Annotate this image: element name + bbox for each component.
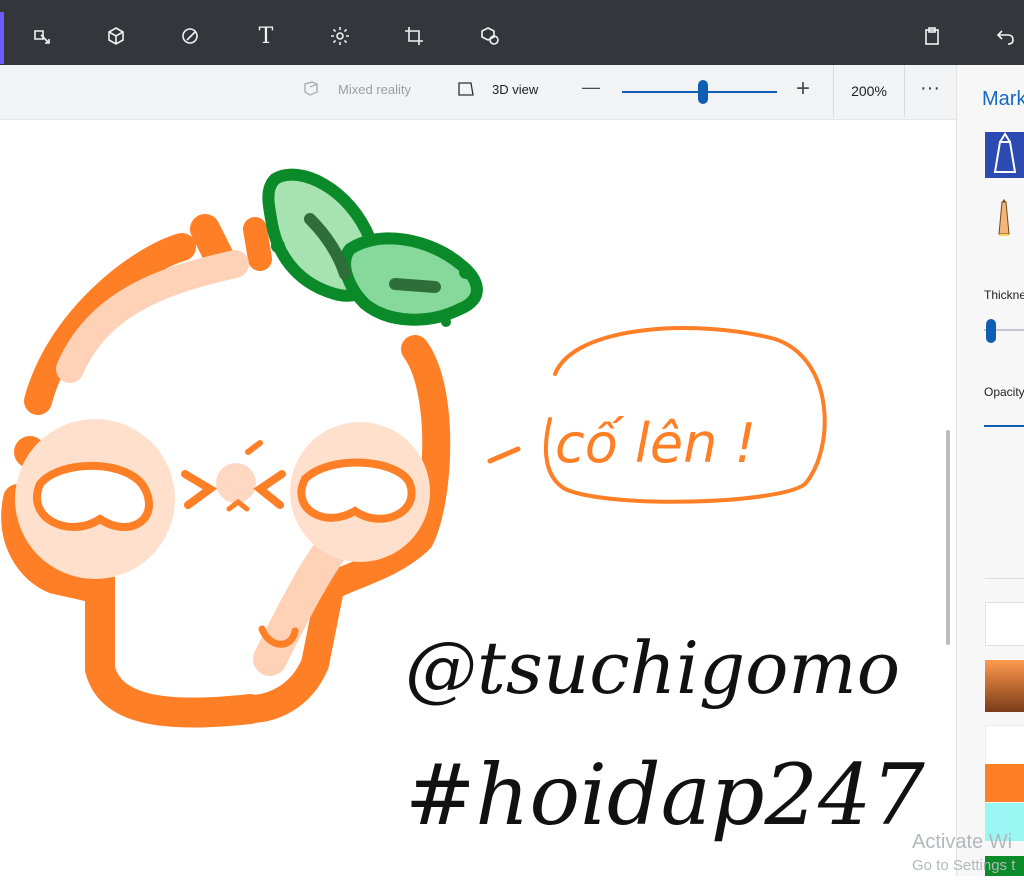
activate-windows-subtitle: Go to Settings t	[912, 857, 1016, 874]
pencil-tool[interactable]	[992, 198, 1016, 238]
active-color-swatch[interactable]	[985, 660, 1024, 712]
mixed-reality-icon[interactable]	[302, 80, 320, 101]
right-properties-panel: Mark Thickne Opacity	[956, 65, 1024, 876]
text-icon[interactable]: T	[254, 23, 278, 49]
zoom-level-display[interactable]: 200%	[833, 65, 905, 117]
zoom-slider-thumb[interactable]	[698, 80, 708, 104]
thickness-slider-thumb[interactable]	[986, 319, 996, 343]
color-swatch-white[interactable]	[985, 725, 1024, 765]
3d-view-button[interactable]: 3D view	[492, 82, 538, 97]
opacity-slider-track[interactable]	[984, 425, 1024, 427]
opacity-label: Opacity	[984, 385, 1024, 399]
canvas-drawing: cố lên ! @tsuchigomo #hoidap247	[1, 168, 925, 844]
stickers-icon[interactable]	[178, 24, 202, 48]
more-options-button[interactable]: ···	[920, 77, 940, 100]
zoom-in-button[interactable]: +	[796, 75, 810, 103]
panel-title: Mark	[982, 88, 1024, 110]
panel-divider	[985, 578, 1024, 579]
pencil-icon	[998, 199, 1010, 236]
text-tool-label: T	[258, 23, 274, 49]
select-icon[interactable]	[30, 24, 54, 48]
3d-shapes-icon[interactable]	[104, 24, 128, 48]
speech-bubble-text: cố lên !	[555, 412, 756, 475]
zoom-out-button[interactable]: —	[582, 77, 600, 98]
mixed-reality-button[interactable]: Mixed reality	[338, 82, 411, 97]
watermark-handle: @tsuchigomo	[405, 626, 900, 710]
3d-library-icon[interactable]	[478, 24, 502, 48]
3d-view-icon[interactable]	[456, 80, 476, 101]
canvas-scrollbar[interactable]	[946, 430, 950, 645]
zoom-level-text: 200%	[851, 83, 887, 99]
thickness-label: Thickne	[984, 288, 1024, 302]
watermark-tag: #hoidap247	[405, 746, 925, 844]
paste-icon[interactable]	[920, 24, 944, 48]
color-swatch-orange[interactable]	[985, 764, 1024, 802]
effects-icon[interactable]	[328, 24, 352, 48]
active-indicator	[0, 12, 4, 64]
marker-tool[interactable]	[985, 132, 1024, 178]
undo-icon[interactable]	[994, 24, 1018, 48]
drawing-canvas[interactable]: cố lên ! @tsuchigomo #hoidap247	[0, 119, 946, 876]
top-toolbar: T	[0, 0, 1024, 65]
add-color-button[interactable]	[985, 602, 1024, 646]
activate-windows-title: Activate Wi	[912, 831, 1013, 853]
marker-icon	[993, 132, 1017, 173]
view-options-bar: Mixed reality 3D view — + 200% ···	[0, 65, 956, 120]
crop-icon[interactable]	[402, 24, 426, 48]
